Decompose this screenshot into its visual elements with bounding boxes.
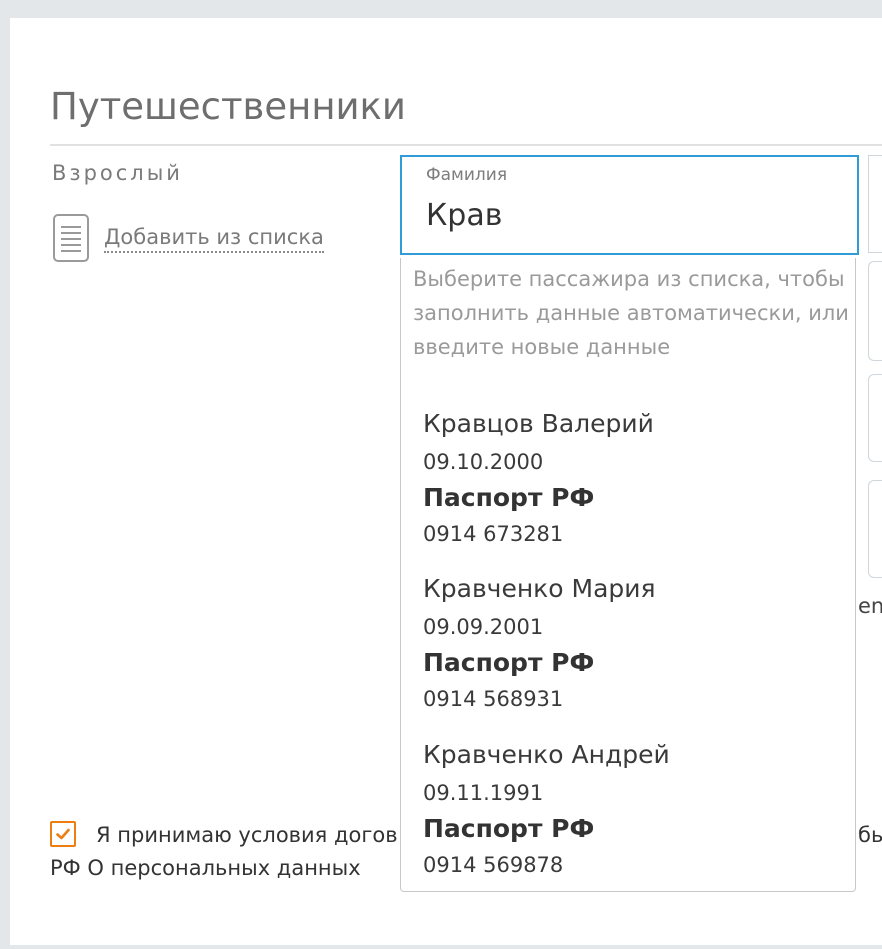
suggestions-hint: Выберите пассажира из списка, чтобы запо… [413, 267, 849, 359]
suggestion-item[interactable]: Кравцов Валерий 09.10.2000 Паспорт РФ 09… [401, 408, 855, 568]
document-list-icon[interactable] [53, 214, 89, 262]
surname-field[interactable]: Фамилия Крав [400, 155, 859, 255]
passenger-document-number: 0914 673281 [423, 522, 564, 546]
passenger-document-number: 0914 568931 [423, 687, 564, 711]
surname-input[interactable]: Крав [426, 193, 502, 239]
checkmark-icon [56, 828, 70, 840]
field-edge-3[interactable] [868, 374, 882, 462]
passenger-suggestions-dropdown: Выберите пассажира из списка, чтобы запо… [400, 258, 856, 892]
passenger-name: Кравченко Андрей [423, 740, 670, 769]
page-title: Путешественники [50, 85, 406, 128]
passenger-document-type: Паспорт РФ [423, 648, 595, 677]
next-field-edge[interactable] [868, 155, 882, 253]
agreement-text-line2: РФ О персональных данных [50, 856, 361, 880]
passenger-birth-date: 09.10.2000 [423, 450, 544, 474]
agreement-checkbox[interactable] [50, 821, 76, 847]
passenger-name: Кравченко Мария [423, 574, 656, 603]
passenger-document-type: Паспорт РФ [423, 814, 595, 843]
suggestion-item[interactable]: Кравченко Мария 09.09.2001 Паспорт РФ 09… [401, 573, 855, 733]
suggestion-item[interactable]: Кравченко Андрей 09.11.1991 Паспорт РФ 0… [401, 739, 855, 899]
traveler-type-label: Взрослый [52, 161, 183, 185]
passenger-birth-date: 09.11.1991 [423, 781, 544, 805]
cut-off-text: en [858, 594, 882, 618]
surname-label: Фамилия [426, 165, 508, 185]
field-edge-2[interactable] [868, 261, 882, 361]
section-divider [50, 144, 882, 146]
passenger-name: Кравцов Валерий [423, 409, 654, 438]
passenger-document-number: 0914 569878 [423, 853, 564, 877]
field-edge-4[interactable] [868, 480, 882, 578]
passenger-document-type: Паспорт РФ [423, 483, 595, 512]
agreement-text-tail: бы [858, 823, 882, 847]
add-from-list-link[interactable]: Добавить из списка [104, 223, 324, 253]
passenger-birth-date: 09.09.2001 [423, 615, 544, 639]
travelers-card: Путешественники Взрослый Добавить из спи… [10, 18, 882, 945]
agreement-text: Я принимаю условия догов [96, 823, 398, 847]
